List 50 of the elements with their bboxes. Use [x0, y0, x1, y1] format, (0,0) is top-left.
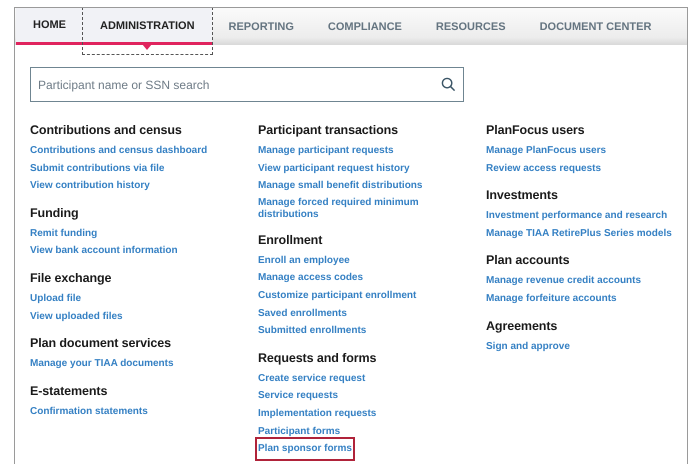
menu-link[interactable]: Sign and approve	[486, 338, 570, 356]
nav-tab[interactable]: REPORTING	[212, 8, 311, 45]
nav-tab[interactable]: RESOURCES	[418, 8, 523, 45]
section-heading: Funding	[30, 206, 80, 220]
menu-link[interactable]: Manage revenue credit accounts	[486, 272, 642, 290]
menu-link[interactable]: Plan sponsor forms	[258, 440, 352, 458]
section-heading: Enrollment	[258, 232, 324, 247]
menu-link[interactable]: Customize participant enrollment	[258, 286, 416, 305]
menu-link[interactable]: Service requests	[258, 387, 338, 405]
section-heading: Agreements	[486, 318, 558, 333]
menu-link[interactable]: Review access requests	[486, 160, 602, 178]
menu-link[interactable]: Enroll an employee	[258, 252, 350, 270]
search-field[interactable]: Participant name or SSN search	[30, 67, 464, 102]
menu-link[interactable]: Manage your TIAA documents	[30, 355, 174, 373]
menu-link[interactable]: Submitted enrollments	[258, 322, 366, 340]
menu-link[interactable]: Manage forfeiture accounts	[486, 290, 617, 308]
section-heading: Plan document services	[30, 336, 172, 350]
section-heading: PlanFocus users	[486, 123, 586, 137]
menu-link[interactable]: Submit contributions via file	[30, 160, 164, 178]
menu-link[interactable]: View bank account information	[30, 242, 178, 260]
section-heading: Participant transactions	[258, 123, 400, 137]
section-heading: File exchange	[30, 270, 112, 285]
nav-tab[interactable]: DOCUMENT CENTER	[522, 8, 668, 45]
menu-link[interactable]: Manage access codes	[258, 269, 364, 287]
menu-link[interactable]: Confirmation statements	[30, 402, 148, 420]
menu-link[interactable]: Manage forced required minimum distributions	[258, 196, 443, 222]
menu-link[interactable]: Manage participant requests	[258, 142, 394, 160]
menu-link[interactable]: Upload file	[30, 290, 82, 308]
menu-link[interactable]: Manage small benefit distributions	[258, 177, 422, 195]
nav-tab[interactable]: COMPLIANCE	[310, 8, 419, 45]
menu-link[interactable]: Remit funding	[30, 224, 98, 242]
search-icon[interactable]	[441, 77, 456, 92]
nav-tab[interactable]: HOME	[16, 8, 83, 45]
section-heading: Plan accounts	[486, 253, 570, 268]
menu-link[interactable]: Manage PlanFocus users	[486, 142, 606, 160]
section-heading: Requests and forms	[258, 350, 378, 365]
menu-link[interactable]: Manage TIAA RetirePlus Series models	[486, 224, 672, 242]
menu-link[interactable]: Investment performance and research	[486, 207, 668, 225]
menu-link[interactable]: Saved enrollments	[258, 304, 347, 322]
menu-link[interactable]: Create service request	[258, 370, 366, 388]
section-heading: E-statements	[30, 384, 108, 398]
menu-link[interactable]: Implementation requests	[258, 404, 376, 423]
section-heading: Investments	[486, 188, 559, 202]
section-heading: Contributions and census	[30, 123, 183, 137]
menu-link[interactable]: View uploaded files	[30, 308, 123, 326]
menu-link[interactable]: Contributions and census dashboard	[30, 142, 208, 160]
menu-link[interactable]: View participant request history	[258, 160, 410, 178]
nav-tab[interactable]: ADMINISTRATION	[83, 8, 212, 54]
menu-link[interactable]: Participant forms	[258, 422, 340, 440]
menu-link[interactable]: View contribution history	[30, 177, 150, 195]
